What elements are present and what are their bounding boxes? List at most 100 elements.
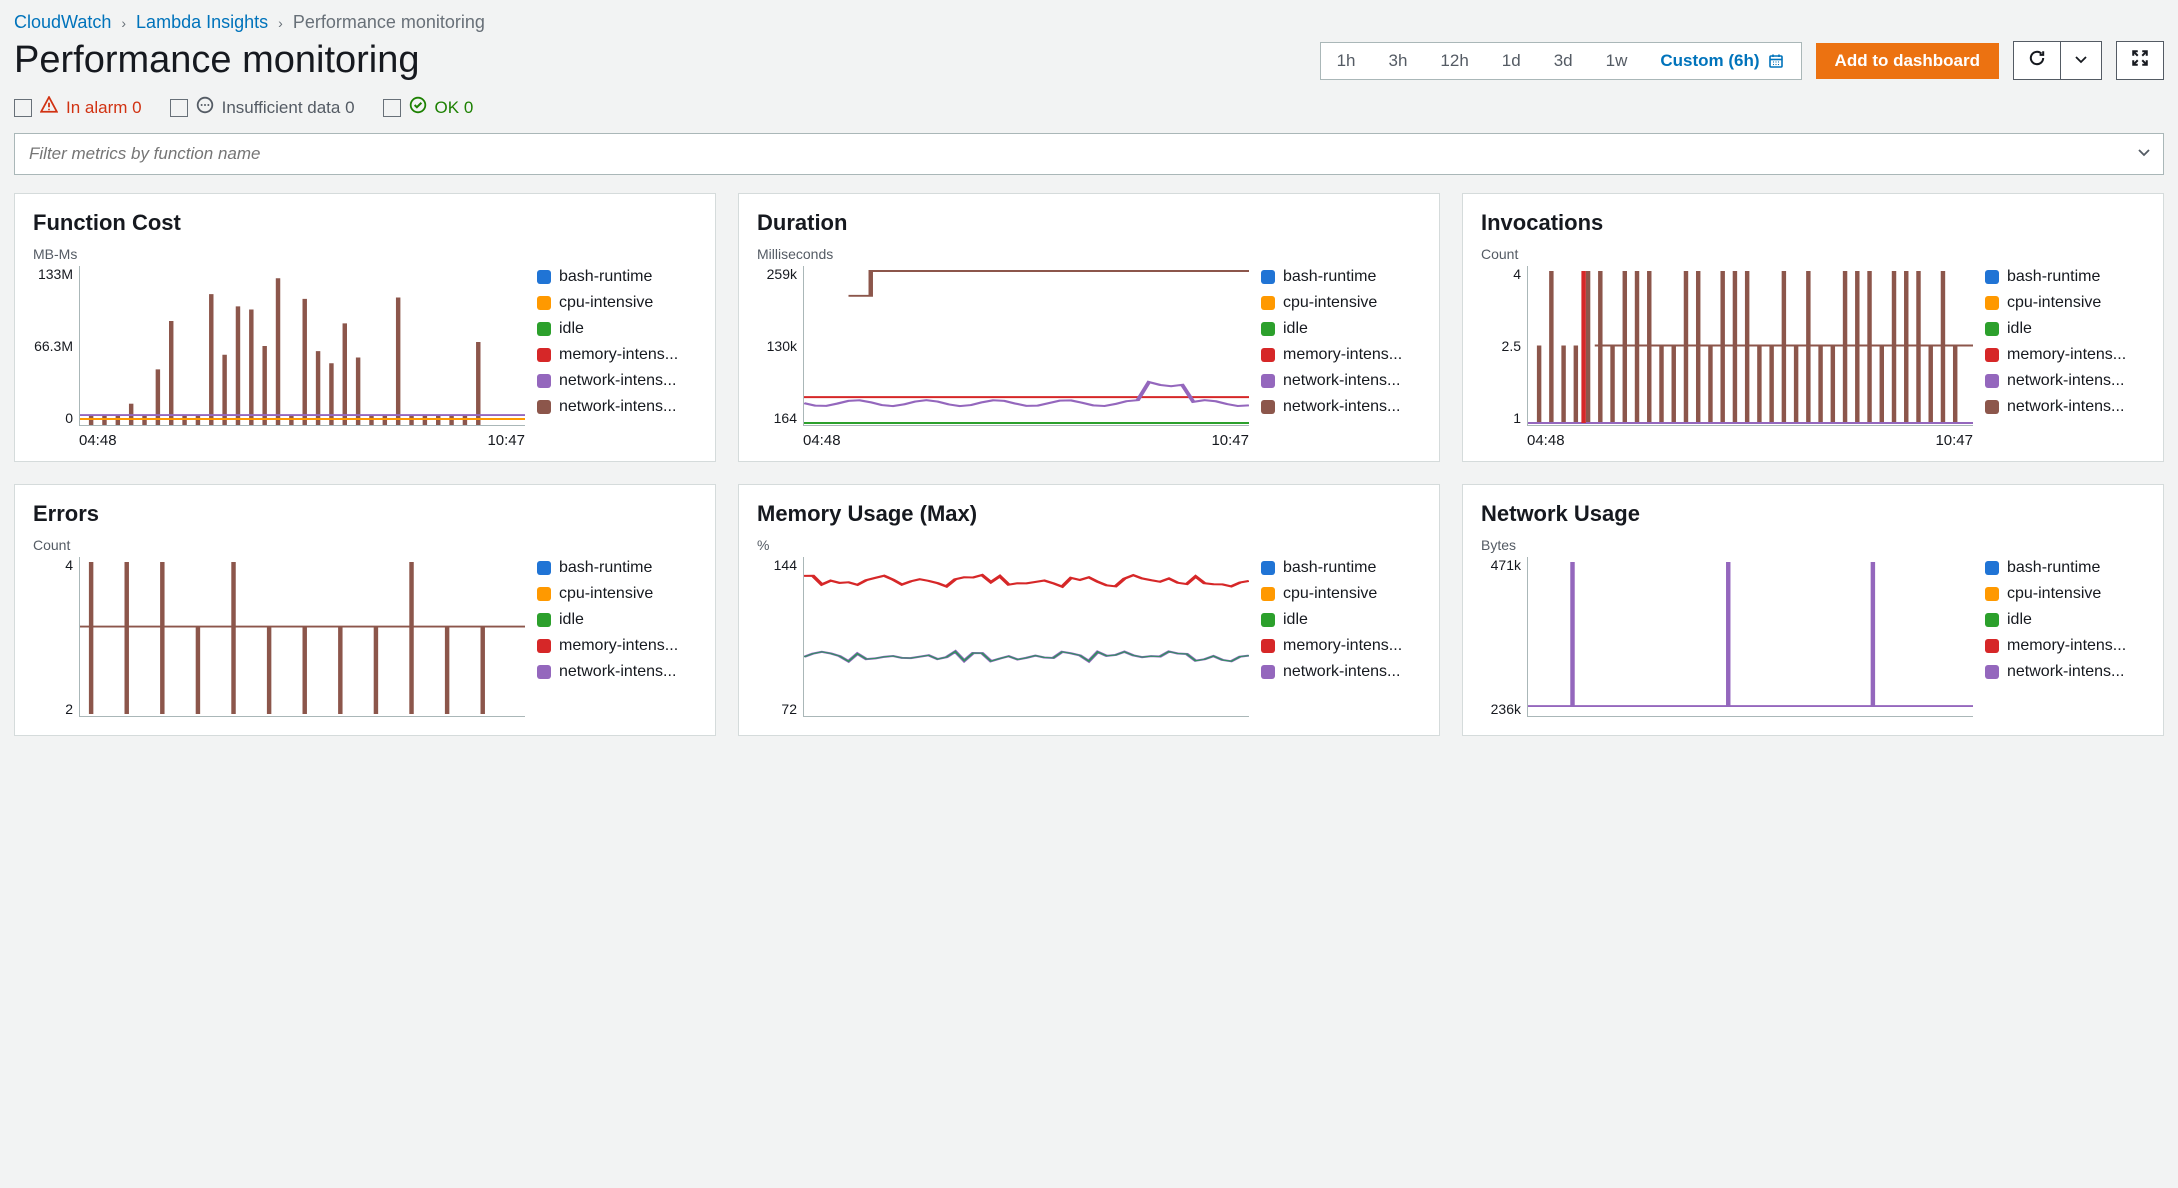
legend-label: bash-runtime [2007,559,2100,577]
panels-grid: Function Cost MB-Ms 133M66.3M0 04:4810:4… [14,193,2164,736]
time-range-custom[interactable]: Custom (6h) [1644,43,1800,79]
legend-item[interactable]: memory-intens... [1985,346,2145,364]
legend-item[interactable]: memory-intens... [1985,637,2145,655]
legend-swatch [1261,613,1275,627]
legend-swatch [1261,665,1275,679]
legend-item[interactable]: cpu-intensive [1985,585,2145,603]
chart-area[interactable]: 42.51 04:4810:47 [1481,266,1973,449]
page-header: Performance monitoring 1h 3h 12h 1d 3d 1… [14,39,2164,82]
legend-item[interactable]: cpu-intensive [1985,294,2145,312]
legend-item[interactable]: idle [1985,611,2145,629]
legend-item[interactable]: bash-runtime [1261,268,1421,286]
y-tick: 2 [65,701,73,717]
legend-item[interactable]: network-intens... [1985,398,2145,416]
legend-swatch [537,665,551,679]
legend-item[interactable]: cpu-intensive [537,294,697,312]
legend-swatch [537,587,551,601]
legend-swatch [537,296,551,310]
legend-swatch [537,270,551,284]
legend-item[interactable]: network-intens... [1261,398,1421,416]
add-to-dashboard-button[interactable]: Add to dashboard [1816,43,1999,79]
time-range-12h[interactable]: 12h [1424,43,1485,79]
legend-item[interactable]: network-intens... [1985,663,2145,681]
legend-swatch [1985,270,1999,284]
legend-item[interactable]: bash-runtime [1985,559,2145,577]
legend-item[interactable]: idle [537,320,697,338]
chart-area[interactable]: 133M66.3M0 04:4810:47 [33,266,525,449]
legend-item[interactable]: idle [1985,320,2145,338]
legend-item[interactable]: cpu-intensive [1261,585,1421,603]
legend-label: cpu-intensive [1283,585,1377,603]
legend-item[interactable]: bash-runtime [1985,268,2145,286]
time-range-1w[interactable]: 1w [1590,43,1645,79]
legend-item[interactable]: memory-intens... [537,346,697,364]
refresh-button[interactable] [2013,41,2060,80]
time-range-3h[interactable]: 3h [1373,43,1425,79]
legend-label: idle [1283,320,1308,338]
legend-label: network-intens... [2007,663,2124,681]
legend-item[interactable]: memory-intens... [537,637,697,655]
panel-title: Function Cost [33,210,697,236]
legend-item[interactable]: network-intens... [1985,372,2145,390]
legend-swatch [1261,322,1275,336]
time-range-3d[interactable]: 3d [1538,43,1590,79]
legend-swatch [1985,639,1999,653]
legend-item[interactable]: memory-intens... [1261,346,1421,364]
x-tick: 10:47 [1211,432,1249,449]
legend-item[interactable]: memory-intens... [1261,637,1421,655]
legend-swatch [1261,561,1275,575]
fullscreen-button[interactable] [2116,41,2164,80]
legend-label: idle [2007,320,2032,338]
chart-area[interactable]: 259k130k164 04:4810:47 [757,266,1249,449]
time-range-1h[interactable]: 1h [1321,43,1373,79]
legend-label: cpu-intensive [2007,585,2101,603]
legend-item[interactable]: idle [1261,320,1421,338]
legend-swatch [1985,348,1999,362]
legend-item[interactable]: network-intens... [1261,663,1421,681]
legend-item[interactable]: idle [1261,611,1421,629]
breadcrumb-mid[interactable]: Lambda Insights [136,12,268,33]
legend-item[interactable]: cpu-intensive [537,585,697,603]
legend-item[interactable]: network-intens... [1261,372,1421,390]
legend-item[interactable]: bash-runtime [537,559,697,577]
legend-label: memory-intens... [1283,346,1402,364]
alarm-icon [40,96,58,119]
status-ok-label: OK 0 [435,98,474,118]
refresh-menu-button[interactable] [2060,41,2102,80]
x-axis: 04:4810:47 [33,426,525,449]
legend-item[interactable]: bash-runtime [537,268,697,286]
legend-item[interactable]: network-intens... [537,398,697,416]
time-range-selector: 1h 3h 12h 1d 3d 1w Custom (6h) [1320,42,1802,80]
plot [803,557,1249,717]
chart-area[interactable]: 14472 [757,557,1249,723]
legend-item[interactable]: network-intens... [537,663,697,681]
panel-title: Invocations [1481,210,2145,236]
legend-swatch [537,374,551,388]
panel-unit: % [757,537,1421,553]
status-insufficient-checkbox[interactable] [170,99,188,117]
legend-item[interactable]: cpu-intensive [1261,294,1421,312]
status-ok: OK 0 [383,96,474,119]
time-range-1d[interactable]: 1d [1486,43,1538,79]
breadcrumb-root[interactable]: CloudWatch [14,12,111,33]
y-tick: 4 [65,557,73,573]
chart-area[interactable]: 42 [33,557,525,723]
legend-item[interactable]: network-intens... [537,372,697,390]
metric-panel: Function Cost MB-Ms 133M66.3M0 04:4810:4… [14,193,716,462]
plot [79,557,525,717]
chart-area[interactable]: 471k236k [1481,557,1973,723]
metric-panel: Errors Count 42 bash-runtime cpu-intensi… [14,484,716,736]
status-ok-checkbox[interactable] [383,99,401,117]
panel-unit: MB-Ms [33,246,697,262]
legend-swatch [1261,374,1275,388]
legend-swatch [1985,613,1999,627]
status-in-alarm-checkbox[interactable] [14,99,32,117]
legend-item[interactable]: bash-runtime [1261,559,1421,577]
legend-label: memory-intens... [559,637,678,655]
legend-item[interactable]: idle [537,611,697,629]
filter-metrics-input[interactable] [14,133,2164,175]
legend-label: network-intens... [1283,372,1400,390]
legend: bash-runtime cpu-intensive idle memory-i… [537,557,697,723]
refresh-group [2013,41,2102,80]
filter-row [14,133,2164,175]
